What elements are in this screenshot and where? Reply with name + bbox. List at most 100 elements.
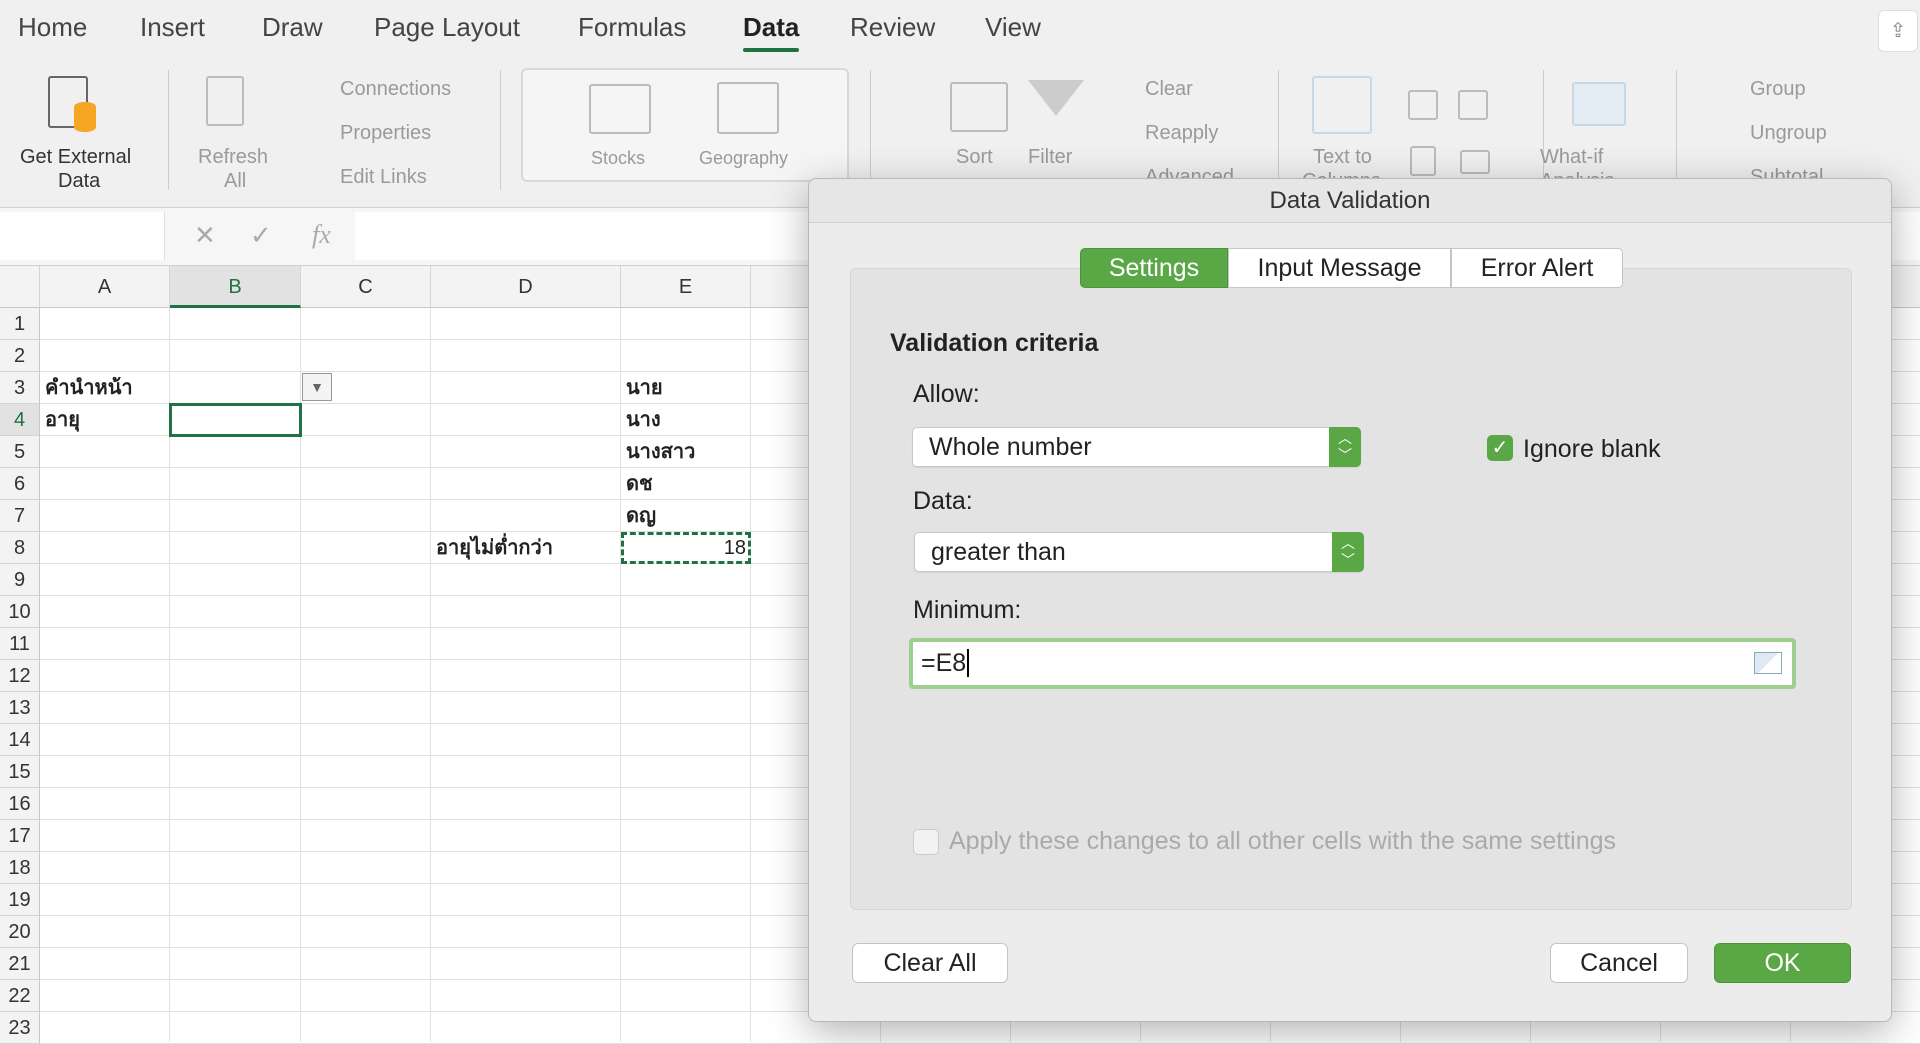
- tab-error-alert[interactable]: Error Alert: [1451, 248, 1623, 288]
- row-header[interactable]: 6: [0, 468, 40, 500]
- consolidate-icon[interactable]: [1460, 150, 1490, 174]
- allow-select[interactable]: Whole number ︿ ﹀: [912, 427, 1361, 467]
- cell-E6[interactable]: ดช: [626, 468, 746, 500]
- clear-button[interactable]: Clear: [1145, 78, 1193, 101]
- database-icon: [74, 102, 96, 132]
- row-header[interactable]: 7: [0, 500, 40, 532]
- data-label: Data:: [913, 487, 973, 515]
- row-header[interactable]: 20: [0, 916, 40, 948]
- row-header[interactable]: 1: [0, 308, 40, 340]
- data-validation-dialog: Data Validation Settings Input Message E…: [808, 178, 1892, 1022]
- row-header[interactable]: 13: [0, 692, 40, 724]
- tab-settings[interactable]: Settings: [1080, 248, 1228, 288]
- menu-bar: Home Insert Draw Page Layout Formulas Da…: [0, 0, 1920, 62]
- cell-E3[interactable]: นาย: [626, 372, 746, 404]
- dropdown-arrow-icon[interactable]: ▼: [302, 373, 332, 401]
- row-header[interactable]: 8: [0, 532, 40, 564]
- get-external-data-button[interactable]: Get External Data: [10, 62, 155, 192]
- tab-home[interactable]: Home: [18, 12, 87, 43]
- range-picker-icon[interactable]: [1754, 652, 1782, 674]
- properties-button[interactable]: Properties: [340, 122, 431, 145]
- allow-label: Allow:: [913, 380, 980, 408]
- tab-page-layout[interactable]: Page Layout: [374, 12, 520, 43]
- cell-E4[interactable]: นาง: [626, 404, 746, 436]
- cell-A4[interactable]: อายุ: [45, 404, 165, 436]
- row-header[interactable]: 10: [0, 596, 40, 628]
- tab-view[interactable]: View: [985, 12, 1041, 43]
- cancel-icon[interactable]: ✕: [194, 220, 216, 251]
- row-header[interactable]: 3: [0, 372, 40, 404]
- column-header[interactable]: B: [170, 266, 301, 308]
- copy-marquee-E8: [621, 532, 751, 564]
- enter-icon[interactable]: ✓: [250, 220, 272, 251]
- stocks-icon: [589, 84, 651, 134]
- flash-fill-icon[interactable]: [1408, 90, 1438, 120]
- text-to-columns-button[interactable]: Text to: [1313, 146, 1372, 169]
- column-header[interactable]: E: [621, 266, 751, 308]
- fx-icon[interactable]: fx: [312, 220, 331, 250]
- refresh-label: Refresh: [198, 146, 269, 168]
- edit-links-button[interactable]: Edit Links: [340, 166, 427, 189]
- tab-data[interactable]: Data: [743, 12, 800, 52]
- minimum-input[interactable]: =E8: [909, 638, 1796, 689]
- row-header[interactable]: 2: [0, 340, 40, 372]
- chevron-updown-icon: ︿ ﹀: [1332, 532, 1364, 572]
- row-header[interactable]: 23: [0, 1012, 40, 1044]
- cell-A3[interactable]: คำนำหน้า: [45, 372, 165, 404]
- data-validation-icon[interactable]: [1458, 90, 1488, 120]
- row-header[interactable]: 22: [0, 980, 40, 1012]
- row-header[interactable]: 19: [0, 884, 40, 916]
- name-box[interactable]: [0, 212, 165, 260]
- refresh-all-button[interactable]: Refresh All: [190, 62, 290, 192]
- dialog-title: Data Validation: [809, 179, 1891, 223]
- data-types-gallery[interactable]: Stocks Geography: [521, 68, 849, 182]
- data-select[interactable]: greater than ︿ ﹀: [914, 532, 1364, 572]
- tab-input-message[interactable]: Input Message: [1228, 248, 1451, 288]
- tab-insert[interactable]: Insert: [140, 12, 205, 43]
- sort-button[interactable]: Sort: [956, 146, 993, 169]
- what-if-button[interactable]: What-if: [1540, 146, 1603, 169]
- column-header[interactable]: D: [431, 266, 621, 308]
- column-header[interactable]: A: [40, 266, 170, 308]
- sort-icon: [950, 82, 1008, 132]
- apply-all-checkbox[interactable]: [913, 829, 939, 855]
- data-select-value: greater than: [931, 538, 1066, 566]
- cell-E5[interactable]: นางสาว: [626, 436, 746, 468]
- allow-select-value: Whole number: [929, 433, 1092, 461]
- ignore-blank-checkbox[interactable]: ✓: [1487, 435, 1513, 461]
- row-header[interactable]: 14: [0, 724, 40, 756]
- ungroup-button[interactable]: Ungroup: [1750, 122, 1827, 145]
- settings-panel: [850, 268, 1852, 910]
- tab-review[interactable]: Review: [850, 12, 935, 43]
- tab-draw[interactable]: Draw: [262, 12, 323, 43]
- remove-duplicates-icon[interactable]: [1410, 146, 1436, 176]
- ok-button[interactable]: OK: [1714, 943, 1851, 983]
- row-header[interactable]: 18: [0, 852, 40, 884]
- cancel-button[interactable]: Cancel: [1550, 943, 1688, 983]
- row-header[interactable]: 4: [0, 404, 40, 436]
- group-button[interactable]: Group: [1750, 78, 1806, 101]
- row-header[interactable]: 12: [0, 660, 40, 692]
- row-header[interactable]: 11: [0, 628, 40, 660]
- filter-button[interactable]: Filter: [1028, 146, 1072, 169]
- reapply-button[interactable]: Reapply: [1145, 122, 1218, 145]
- row-header[interactable]: 17: [0, 820, 40, 852]
- ignore-blank-label: Ignore blank: [1523, 435, 1661, 463]
- text-to-columns-icon: [1312, 76, 1372, 134]
- clear-all-button[interactable]: Clear All: [852, 943, 1008, 983]
- select-all-corner[interactable]: [0, 266, 40, 308]
- cell-D8[interactable]: อายุไม่ต่ำกว่า: [436, 532, 616, 564]
- share-icon[interactable]: ⇪: [1878, 10, 1918, 52]
- apply-all-label: Apply these changes to all other cells w…: [949, 827, 1617, 855]
- column-header[interactable]: C: [301, 266, 431, 308]
- row-header[interactable]: 5: [0, 436, 40, 468]
- row-header[interactable]: 16: [0, 788, 40, 820]
- row-header[interactable]: 21: [0, 948, 40, 980]
- tab-formulas[interactable]: Formulas: [578, 12, 686, 43]
- selected-cell-B4[interactable]: [169, 403, 302, 437]
- connections-button[interactable]: Connections: [340, 78, 451, 101]
- cell-E7[interactable]: ดญ: [626, 500, 746, 532]
- row-header[interactable]: 9: [0, 564, 40, 596]
- refresh-label2: All: [224, 170, 247, 192]
- row-header[interactable]: 15: [0, 756, 40, 788]
